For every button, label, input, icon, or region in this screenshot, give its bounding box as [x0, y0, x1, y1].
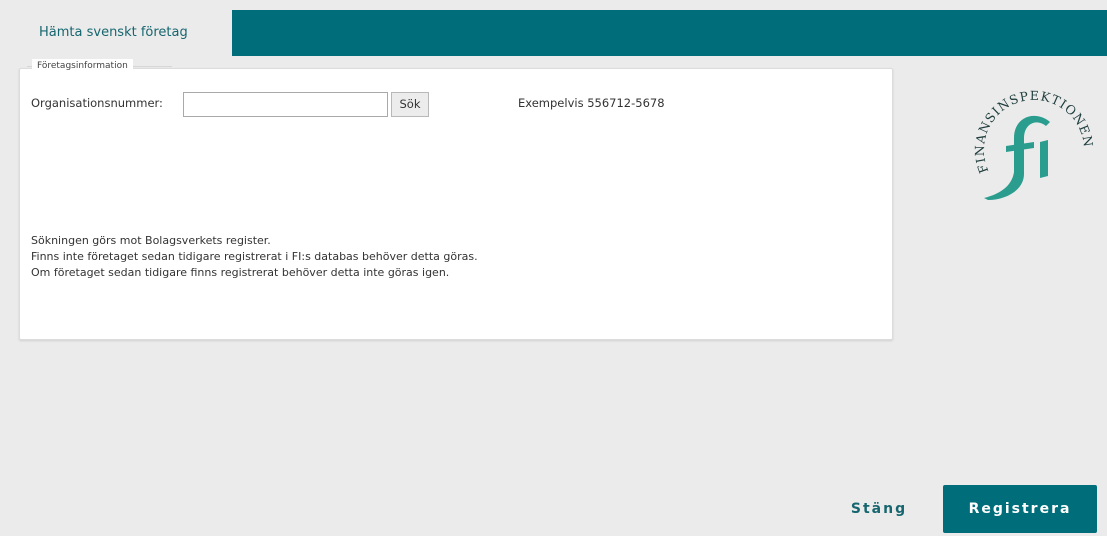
fieldset-legend: Företagsinformation — [32, 59, 133, 73]
search-button[interactable]: Sök — [391, 92, 429, 117]
org-number-label: Organisationsnummer: — [31, 96, 163, 110]
info-line: Sökningen görs mot Bolagsverkets registe… — [31, 234, 271, 247]
tab-hamta-svenskt-foretag[interactable]: Hämta svenskt företag — [10, 10, 232, 56]
info-line: Finns inte företaget sedan tidigare regi… — [31, 250, 478, 263]
svg-text:FINANSINSPEKTIONEN: FINANSINSPEKTIONEN — [972, 88, 1096, 175]
close-button[interactable]: Stäng — [834, 485, 924, 533]
info-line: Om företaget sedan tidigare finns regist… — [31, 266, 450, 279]
register-button[interactable]: Registrera — [943, 485, 1097, 533]
info-text: Sökningen görs mot Bolagsverkets registe… — [31, 233, 478, 281]
example-text: Exempelvis 556712-5678 — [518, 96, 665, 110]
finansinspektionen-logo: FINANSINSPEKTIONEN — [972, 88, 1096, 200]
org-number-input[interactable] — [183, 92, 388, 117]
